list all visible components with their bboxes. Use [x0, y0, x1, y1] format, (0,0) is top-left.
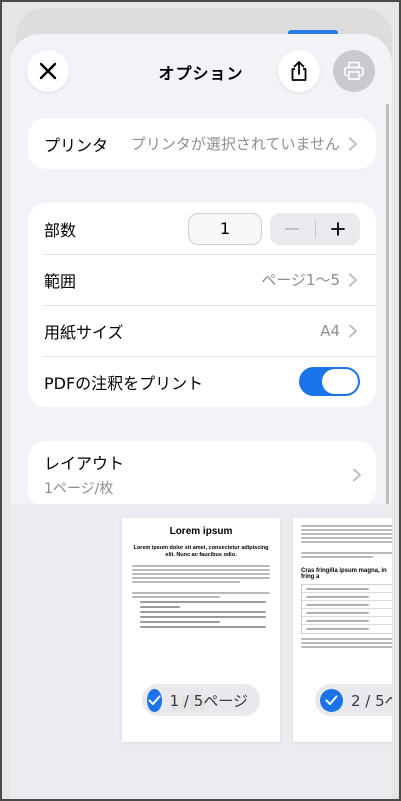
bullet-line: [140, 606, 180, 609]
print-settings-group: 部数 1 範囲 ページ1〜5 用紙サイズ A4 PDFの注釈をプリント: [28, 203, 376, 407]
printer-label: プリンタ: [44, 135, 109, 155]
bullet-line: [140, 621, 220, 624]
printer-value: プリンタが選択されていません: [130, 135, 340, 153]
text-line: [301, 552, 392, 554]
print-preview-area: Lorem ipsum Lorem ipsum dolor sit amet, …: [10, 504, 392, 799]
range-row[interactable]: 範囲 ページ1〜5: [28, 254, 376, 305]
range-label: 範囲: [44, 271, 77, 291]
text-line: [132, 573, 270, 576]
text-line: [301, 533, 392, 535]
toggle-knob: [322, 369, 358, 394]
copies-stepper: [270, 212, 361, 245]
paper-size-row[interactable]: 用紙サイズ A4: [28, 305, 376, 356]
layout-value: 1ページ/枚: [44, 481, 114, 497]
annotations-label: PDFの注釈をプリント: [44, 373, 204, 393]
annotations-toggle[interactable]: [299, 367, 360, 396]
bullet-line: [140, 601, 266, 604]
paper-size-value: A4: [320, 321, 340, 340]
print-button[interactable]: [333, 50, 375, 92]
text-line: [132, 596, 220, 599]
checkmark-icon: [320, 688, 343, 712]
text-line: [301, 642, 392, 644]
copies-input[interactable]: 1: [188, 212, 262, 245]
bullet-line: [140, 616, 266, 619]
preview-page-subtitle: Lorem ipsum dolor sit amet, consectetur …: [133, 545, 269, 558]
layout-row[interactable]: レイアウト 1ページ/枚: [28, 441, 376, 507]
text-line: [301, 541, 392, 543]
copies-row: 部数 1: [28, 203, 376, 254]
text-line: [301, 638, 392, 640]
plus-icon: [330, 221, 345, 236]
text-line: [132, 592, 270, 595]
chevron-right-icon: [348, 273, 360, 287]
bullet-line: [140, 611, 266, 614]
bullet-line: [140, 626, 266, 629]
sheet-header: オプション: [10, 34, 392, 114]
page-1-badge-label: 1 / 5ページ: [169, 691, 248, 710]
printer-icon: [344, 61, 364, 80]
text-line: [132, 569, 270, 572]
text-line: [301, 646, 392, 648]
preview-table: [301, 584, 392, 634]
preview-page-heading: Cras fringilla ipsum magna, in fring a: [301, 568, 387, 580]
text-line: [301, 525, 392, 527]
page-2-badge-label: 2 / 5ペ: [351, 691, 392, 710]
print-options-sheet: オプション プリンタ プリンタが選択されていません 部数 1 範囲 ページ1〜5…: [10, 34, 392, 799]
paper-size-label: 用紙サイズ: [44, 322, 124, 342]
decrement-button[interactable]: [270, 213, 315, 245]
share-icon: [291, 61, 307, 81]
increment-button[interactable]: [316, 213, 361, 245]
minus-icon: [285, 227, 300, 230]
chevron-right-icon: [348, 137, 360, 151]
text-line: [132, 577, 270, 580]
checkmark-icon: [147, 688, 162, 712]
chevron-right-icon: [352, 468, 364, 482]
text-line: [132, 581, 240, 584]
printer-group: プリンタ プリンタが選択されていません: [28, 118, 376, 169]
range-value: ページ1〜5: [261, 271, 340, 289]
text-line: [301, 537, 392, 539]
preview-page-title: Lorem ipsum: [169, 526, 233, 537]
device-frame: オプション プリンタ プリンタが選択されていません 部数 1 範囲 ページ1〜5…: [0, 0, 401, 801]
scrollbar[interactable]: [386, 104, 389, 504]
copies-label: 部数: [44, 220, 77, 240]
text-line: [301, 529, 392, 531]
printer-row[interactable]: プリンタ プリンタが選択されていません: [28, 118, 376, 169]
annotations-row: PDFの注釈をプリント: [28, 356, 376, 407]
page-2-selected-badge[interactable]: 2 / 5ペ: [315, 684, 392, 716]
page-1-selected-badge[interactable]: 1 / 5ページ: [142, 684, 260, 716]
text-line: [301, 556, 373, 558]
share-button[interactable]: [278, 50, 320, 92]
chevron-right-icon: [348, 324, 360, 338]
text-line: [132, 565, 270, 568]
layout-label: レイアウト: [44, 454, 125, 473]
layout-group: レイアウト 1ページ/枚: [28, 441, 376, 507]
